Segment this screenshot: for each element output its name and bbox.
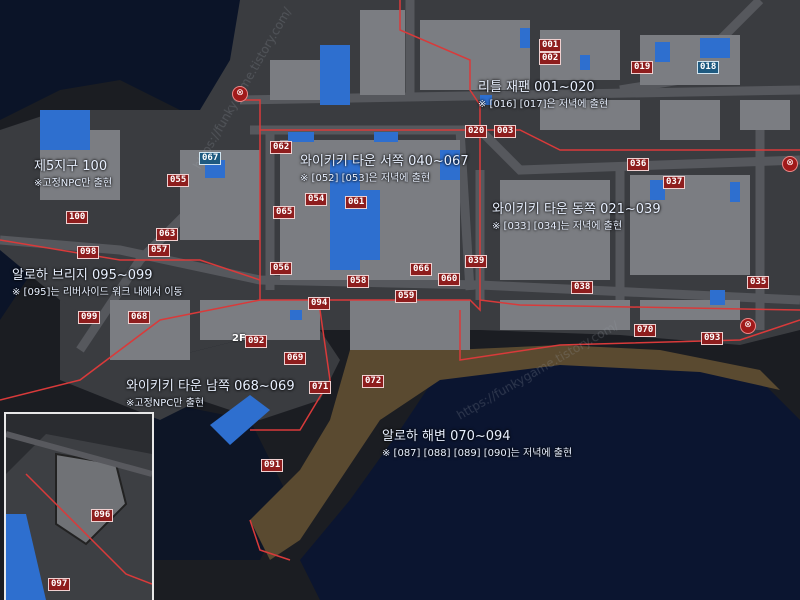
floor-label: 2F (232, 333, 246, 344)
npc-marker[interactable]: 065 (273, 206, 296, 219)
region-waikiki-east: 와이키키 타운 동쪽 021~039 ※ [033] [034]는 저녁에 출현 (492, 198, 661, 232)
region-note: ※ [052] [053]은 저녁에 출현 (300, 173, 431, 184)
npc-marker[interactable]: 068 (128, 311, 151, 324)
npc-marker[interactable]: 100 (66, 211, 89, 224)
region-waikiki-south: 와이키키 타운 남쪽 068~069 ※고정NPC만 출현 (126, 375, 295, 409)
region-title: 와이키키 타운 동쪽 021~039 (492, 202, 661, 217)
npc-marker[interactable]: 067 (199, 152, 222, 165)
npc-marker[interactable]: 001 (539, 39, 562, 52)
npc-marker[interactable]: 092 (245, 335, 268, 348)
region-title: 리틀 재팬 001~020 (478, 80, 595, 95)
region-district5: 제5지구 100 ※고정NPC만 출현 (34, 155, 112, 189)
npc-marker[interactable]: 070 (634, 324, 657, 337)
npc-marker[interactable]: 093 (701, 332, 724, 345)
npc-marker[interactable]: 063 (156, 228, 179, 241)
npc-marker[interactable]: 096 (91, 509, 114, 522)
npc-marker[interactable]: 098 (77, 246, 100, 259)
npc-marker[interactable]: 055 (167, 174, 190, 187)
npc-marker[interactable]: 018 (697, 61, 720, 74)
npc-marker[interactable]: 071 (309, 381, 332, 394)
npc-marker[interactable]: 059 (395, 290, 418, 303)
inset-map[interactable]: 096 097 (4, 412, 154, 600)
region-title: 와이키키 타운 남쪽 068~069 (126, 379, 295, 394)
region-note: ※ [095]는 리버사이드 워크 내에서 이동 (12, 287, 183, 298)
region-title: 제5지구 100 (34, 159, 108, 174)
region-title: 알로하 브리지 095~099 (12, 268, 153, 283)
region-note: ※고정NPC만 출현 (126, 398, 205, 409)
npc-marker[interactable]: 019 (631, 61, 654, 74)
region-note: ※고정NPC만 출현 (34, 178, 113, 189)
npc-marker[interactable]: 097 (48, 578, 71, 591)
map[interactable]: https://funkygame.tistory.com/ https://f… (0, 0, 800, 600)
npc-marker[interactable]: 060 (438, 273, 461, 286)
npc-marker[interactable]: 003 (494, 125, 517, 138)
region-little-japan: 리틀 재팬 001~020 ※ [016] [017]은 저녁에 출현 (478, 76, 608, 110)
npc-marker[interactable]: 062 (270, 141, 293, 154)
region-title: 알로하 해변 070~094 (382, 429, 511, 444)
region-note: ※ [033] [034]는 저녁에 출현 (492, 221, 623, 232)
region-note: ※ [087] [088] [089] [090]는 저녁에 출현 (382, 448, 573, 459)
transit-icon[interactable]: ⊗ (232, 86, 248, 102)
npc-marker[interactable]: 094 (308, 297, 331, 310)
region-note: ※ [016] [017]은 저녁에 출현 (478, 99, 609, 110)
npc-marker[interactable]: 099 (78, 311, 101, 324)
npc-marker[interactable]: 002 (539, 52, 562, 65)
npc-marker[interactable]: 057 (148, 244, 171, 257)
transit-icon[interactable]: ⊗ (740, 318, 756, 334)
npc-marker[interactable]: 039 (465, 255, 488, 268)
npc-marker[interactable]: 061 (345, 196, 368, 209)
npc-marker[interactable]: 091 (261, 459, 284, 472)
npc-marker[interactable]: 054 (305, 193, 328, 206)
region-title: 와이키키 타운 서쪽 040~067 (300, 154, 469, 169)
npc-marker[interactable]: 020 (465, 125, 488, 138)
npc-marker[interactable]: 058 (347, 275, 370, 288)
region-aloha-bridge: 알로하 브리지 095~099 ※ [095]는 리버사이드 워크 내에서 이동 (12, 264, 183, 298)
npc-marker[interactable]: 038 (571, 281, 594, 294)
region-aloha-beach: 알로하 해변 070~094 ※ [087] [088] [089] [090]… (382, 425, 572, 459)
inset-canvas (6, 414, 152, 600)
npc-marker[interactable]: 036 (627, 158, 650, 171)
npc-marker[interactable]: 037 (663, 176, 686, 189)
npc-marker[interactable]: 056 (270, 262, 293, 275)
region-waikiki-west: 와이키키 타운 서쪽 040~067 ※ [052] [053]은 저녁에 출현 (300, 150, 469, 184)
npc-marker[interactable]: 066 (410, 263, 433, 276)
transit-icon[interactable]: ⊗ (782, 156, 798, 172)
npc-marker[interactable]: 069 (284, 352, 307, 365)
npc-marker[interactable]: 072 (362, 375, 385, 388)
npc-marker[interactable]: 035 (747, 276, 770, 289)
